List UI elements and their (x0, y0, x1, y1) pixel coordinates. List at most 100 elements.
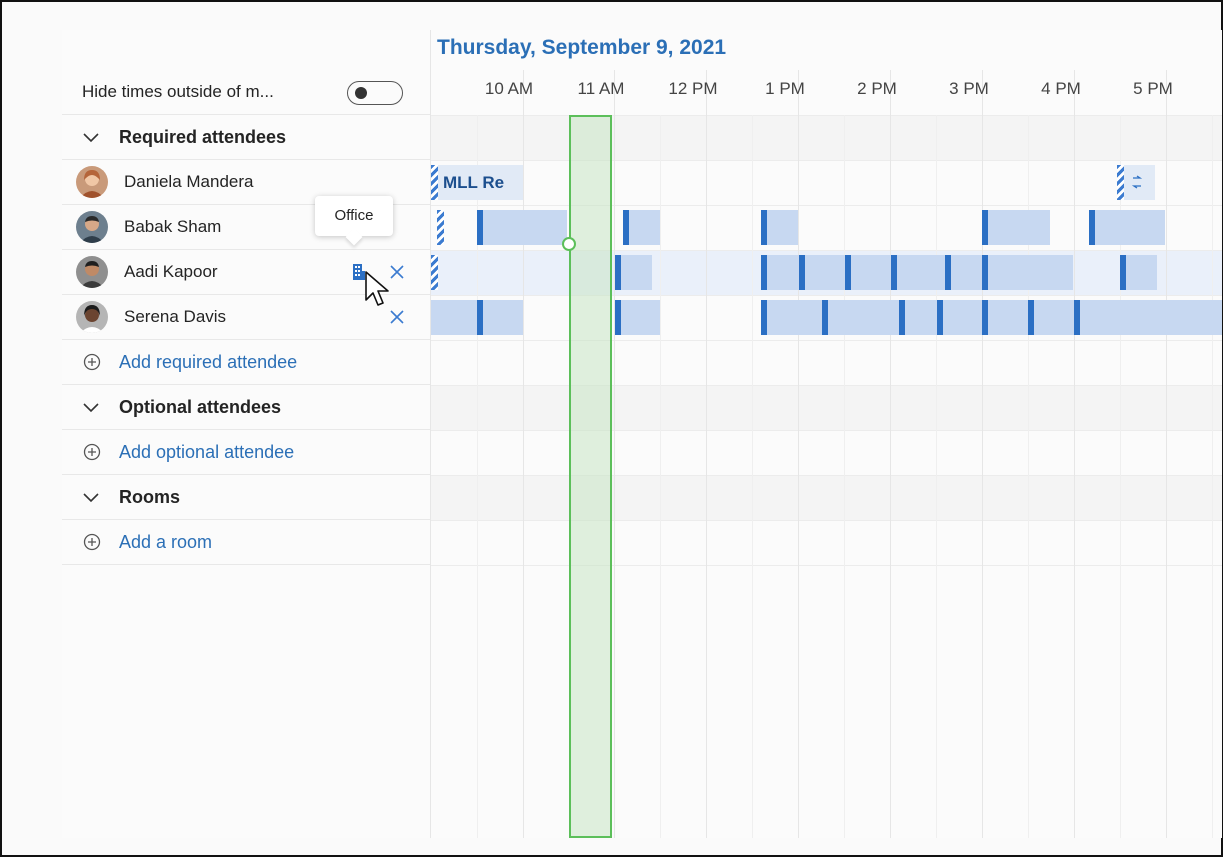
grid-hline (431, 205, 1222, 206)
busy-marker (822, 300, 828, 335)
busy-block[interactable] (761, 300, 1222, 335)
avatar (76, 211, 108, 243)
section-optional-label: Optional attendees (119, 396, 282, 417)
avatar (76, 166, 108, 198)
time-slot-drag-handle[interactable] (562, 237, 576, 251)
add-required-label: Add required attendee (119, 351, 298, 372)
time-grid: Thursday, September 9, 2021 10 AM 11 AM … (431, 30, 1222, 838)
busy-block[interactable] (477, 210, 567, 245)
busy-marker (945, 255, 951, 290)
chevron-down-icon (83, 133, 99, 143)
busy-marker (982, 210, 988, 245)
add-required-attendee[interactable]: Add required attendee (62, 340, 430, 385)
selected-time-slot[interactable] (569, 115, 612, 838)
busy-marker (937, 300, 943, 335)
section-required[interactable]: Required attendees (62, 115, 430, 160)
grid-vline (936, 115, 937, 838)
tentative-marker (437, 210, 444, 245)
section-optional[interactable]: Optional attendees (62, 385, 430, 430)
busy-marker (1028, 300, 1034, 335)
app-frame: Hide times outside of m... Required atte… (0, 0, 1223, 857)
tentative-marker (431, 165, 438, 200)
grid-vline (1166, 70, 1167, 838)
time-tick: 5 PM (1133, 79, 1173, 98)
add-optional-label: Add optional attendee (119, 441, 295, 462)
busy-block[interactable] (982, 210, 1050, 245)
grid-hline (431, 115, 1222, 116)
busy-marker (845, 255, 851, 290)
grid-vline (523, 70, 524, 838)
scheduling-assistant: Hide times outside of m... Required atte… (62, 30, 1222, 838)
busy-marker (761, 210, 767, 245)
busy-marker (982, 300, 988, 335)
add-circle-icon (83, 533, 101, 551)
chevron-down-icon (83, 493, 99, 503)
grid-row-section (431, 385, 1222, 430)
busy-marker (891, 255, 897, 290)
busy-marker (1074, 300, 1080, 335)
time-tick: 4 PM (1041, 79, 1081, 98)
time-tick: 3 PM (949, 79, 989, 98)
add-circle-icon (83, 353, 101, 371)
attendee-column: Hide times outside of m... Required atte… (62, 30, 431, 838)
busy-marker (615, 300, 621, 335)
avatar (76, 301, 108, 333)
hide-times-row: Hide times outside of m... (62, 70, 430, 115)
grid-vline (844, 115, 845, 838)
grid-hline (431, 340, 1222, 341)
add-circle-icon (83, 443, 101, 461)
attendee-name: Serena Davis (124, 307, 227, 326)
hide-times-toggle[interactable] (347, 81, 403, 105)
grid-vline (660, 115, 661, 838)
avatar (76, 256, 108, 288)
tentative-marker (1117, 165, 1124, 200)
attendee-name: Daniela Mandera (124, 172, 254, 191)
busy-block[interactable] (1089, 210, 1165, 245)
mouse-cursor-icon (365, 271, 389, 306)
add-optional-attendee[interactable]: Add optional attendee (62, 430, 430, 475)
recurring-icon (1131, 175, 1143, 189)
time-tick: 12 PM (668, 79, 718, 98)
section-rooms-label: Rooms (119, 486, 181, 507)
time-tick: 2 PM (857, 79, 897, 98)
grid-vline (706, 70, 707, 838)
toggle-knob (355, 87, 367, 99)
grid-vline (890, 70, 891, 838)
grid-row-section (431, 115, 1222, 160)
add-room[interactable]: Add a room (62, 520, 430, 565)
attendee-name: Aadi Kapoor (124, 262, 218, 281)
grid-hline (431, 295, 1222, 296)
event-title: MLL Re (443, 173, 505, 192)
grid-hline (431, 385, 1222, 386)
grid-vline (982, 70, 983, 838)
grid-hline (431, 250, 1222, 251)
busy-marker (1089, 210, 1095, 245)
busy-marker (477, 300, 483, 335)
busy-marker (982, 255, 988, 290)
grid-hline (431, 520, 1222, 521)
grid-vline (1074, 70, 1075, 838)
grid-vline (752, 115, 753, 838)
tentative-marker (431, 255, 438, 290)
hide-times-label: Hide times outside of m... (82, 82, 274, 101)
section-rooms[interactable]: Rooms (62, 475, 430, 520)
location-tooltip: Office (315, 196, 393, 236)
time-tick: 1 PM (765, 79, 805, 98)
grid-vline (1212, 115, 1213, 838)
busy-marker (477, 210, 483, 245)
date-header: Thursday, September 9, 2021 (437, 36, 727, 59)
chevron-down-icon (83, 403, 99, 413)
busy-marker (623, 210, 629, 245)
busy-block[interactable] (761, 255, 1073, 290)
busy-marker (761, 300, 767, 335)
busy-marker (899, 300, 905, 335)
busy-marker (615, 255, 621, 290)
grid-hline (431, 430, 1222, 431)
section-required-label: Required attendees (119, 126, 287, 147)
grid-row-section (431, 475, 1222, 520)
busy-marker (799, 255, 805, 290)
busy-marker (1120, 255, 1126, 290)
busy-block[interactable] (615, 300, 660, 335)
grid-vline (798, 70, 799, 838)
time-tick: 10 AM (484, 79, 534, 98)
